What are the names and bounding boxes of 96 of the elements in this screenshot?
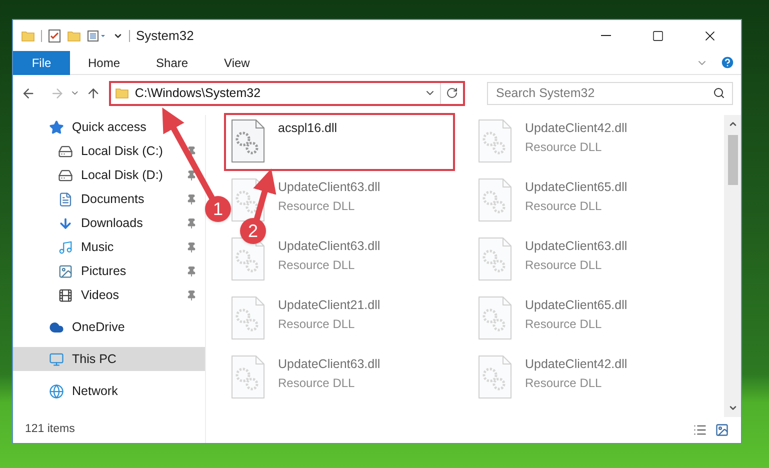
minimize-icon [601, 35, 611, 36]
nav-item[interactable]: Downloads [13, 211, 205, 235]
document-icon [58, 192, 73, 206]
file-name: UpdateClient63.dll [525, 238, 628, 255]
file-name: UpdateClient42.dll [525, 120, 628, 137]
file-name: UpdateClient65.dll [525, 179, 628, 196]
refresh-icon [446, 87, 458, 99]
search-field[interactable]: Search System32 [487, 82, 733, 104]
file-name: UpdateClient21.dll [278, 297, 380, 314]
nav-label: Documents [81, 190, 146, 208]
nav-label: OneDrive [72, 318, 126, 336]
file-name: UpdateClient42.dll [525, 356, 628, 373]
monitor-icon [49, 352, 64, 366]
drive-icon [58, 168, 73, 182]
nav-item[interactable]: Quick access [13, 115, 205, 139]
film-icon [58, 288, 73, 302]
nav-item[interactable]: Documents [13, 187, 205, 211]
file-gears-icon [478, 178, 512, 222]
help-icon[interactable] [720, 55, 735, 70]
nav-label: Quick access [72, 118, 148, 136]
item-count: 121 items [25, 422, 75, 438]
file-type: Resource DLL [278, 198, 356, 215]
file-type: Resource DLL [525, 256, 603, 274]
nav-label: Local Disk (C:) [81, 142, 164, 160]
checklist-icon [48, 28, 61, 42]
file-menu-button[interactable]: File [13, 50, 70, 74]
file-name: UpdateClient63.dll [278, 238, 380, 255]
maximize-icon [652, 30, 664, 42]
drive-icon [58, 144, 73, 158]
file-type: Resource DLL [278, 316, 356, 333]
file-item[interactable]: UpdateClient21.dll Resource DLL [230, 296, 450, 342]
network-icon [49, 384, 64, 398]
file-item[interactable]: UpdateClient63.dll Resource DLL [230, 355, 450, 401]
search-icon[interactable] [713, 87, 725, 99]
picture-icon [58, 264, 73, 278]
back-icon[interactable] [21, 86, 36, 100]
nav-item[interactable]: OneDrive [13, 315, 205, 339]
nav-label: Network [72, 382, 119, 400]
cloud-icon [49, 320, 64, 334]
file-type: Resource DLL [525, 316, 603, 333]
folder-icon [67, 28, 81, 42]
file-gears-icon [231, 296, 265, 340]
file-gears-icon [231, 355, 265, 399]
file-name: UpdateClient65.dll [525, 297, 628, 314]
file-type: Resource DLL [278, 256, 356, 274]
file-type: Resource DLL [525, 138, 603, 156]
nav-item[interactable]: Network [13, 379, 205, 403]
file-item[interactable]: UpdateClient63.dll Resource DLL [477, 237, 697, 283]
properties-icon [87, 30, 107, 42]
file-name: UpdateClient63.dll [278, 179, 380, 196]
up-icon[interactable] [86, 86, 101, 100]
details-view-icon[interactable] [693, 423, 707, 437]
window-title: System32 [136, 26, 194, 45]
file-type: Resource DLL [525, 198, 603, 215]
file-gears-icon [231, 119, 265, 163]
nav-item[interactable]: This PC [13, 347, 205, 371]
star-icon [49, 120, 64, 134]
file-item[interactable]: UpdateClient65.dll Resource DLL [477, 178, 697, 224]
file-gears-icon [478, 296, 512, 340]
file-item[interactable]: UpdateClient42.dll Resource DLL [477, 119, 697, 165]
nav-item[interactable]: Pictures [13, 259, 205, 283]
file-gears-icon [478, 119, 512, 163]
nav-item[interactable]: Videos [13, 283, 205, 307]
nav-label: Downloads [81, 214, 144, 232]
folder-icon [114, 86, 129, 100]
scroll-up-icon[interactable] [728, 119, 738, 129]
address-field[interactable]: C:\Windows\System32 [110, 82, 442, 104]
down-arrow-icon [58, 216, 73, 230]
file-name: UpdateClient63.dll [278, 356, 380, 373]
file-name: acspl16.dll [278, 120, 338, 137]
file-gears-icon [231, 237, 265, 281]
ribbon-tab[interactable]: View [206, 50, 268, 74]
file-gears-icon [478, 355, 512, 399]
nav-label: Local Disk (D:) [81, 166, 164, 184]
large-icons-view-icon[interactable] [715, 423, 729, 437]
nav-label: Videos [81, 286, 120, 304]
folder-icon [21, 28, 35, 42]
nav-item[interactable]: Music [13, 235, 205, 259]
address-path: C:\Windows\System32 [134, 84, 262, 102]
file-item[interactable]: UpdateClient65.dll Resource DLL [477, 296, 697, 342]
scroll-thumb[interactable] [728, 135, 738, 185]
file-gears-icon [478, 237, 512, 281]
nav-label: Music [81, 238, 115, 256]
nav-label: This PC [72, 350, 118, 368]
nav-item[interactable]: Local Disk (D:) [13, 163, 205, 187]
nav-item[interactable]: Local Disk (C:) [13, 139, 205, 163]
file-type: Resource DLL [525, 374, 603, 392]
file-type: Resource DLL [278, 374, 356, 392]
file-item[interactable]: acspl16.dll [230, 119, 449, 165]
music-note-icon [58, 240, 73, 254]
ribbon-tab[interactable]: Share [138, 50, 206, 74]
nav-label: Pictures [81, 262, 128, 280]
file-gears-icon [231, 178, 265, 222]
scroll-down-icon[interactable] [728, 403, 738, 413]
ribbon-tab[interactable]: Home [70, 50, 138, 74]
file-item[interactable]: UpdateClient42.dll Resource DLL [477, 355, 697, 401]
